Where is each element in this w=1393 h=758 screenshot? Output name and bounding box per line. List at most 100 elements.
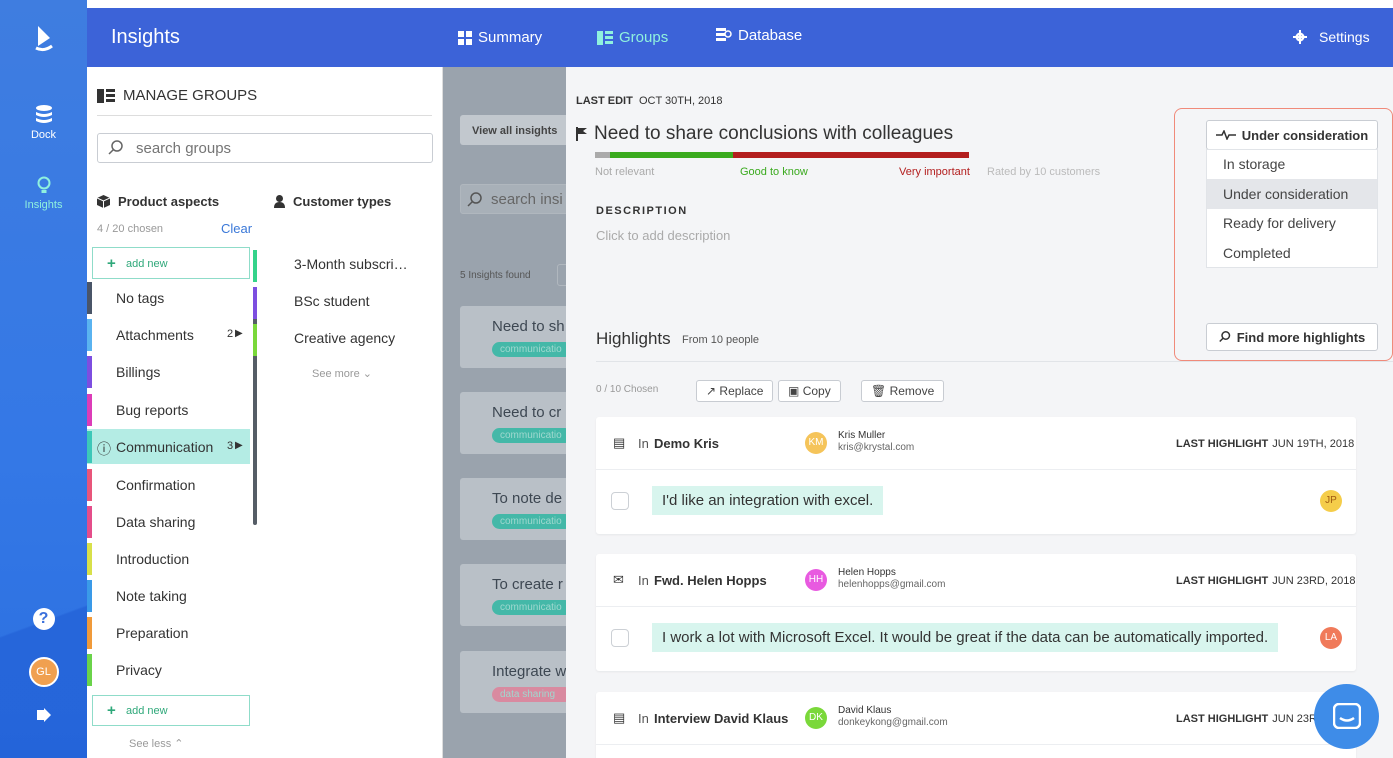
tab-database[interactable]: Database <box>716 27 802 44</box>
tag-item[interactable]: No tags <box>87 280 250 316</box>
product-aspects-label: Product aspects <box>118 194 220 209</box>
avatar[interactable]: GL <box>0 657 87 687</box>
logo-icon[interactable] <box>0 24 87 55</box>
tag-label: Communication <box>116 439 214 455</box>
tag-color-bar <box>87 543 92 575</box>
status-option[interactable]: Under consideration <box>1207 178 1377 209</box>
tag-item[interactable]: Billings <box>87 354 250 390</box>
product-aspects-header[interactable]: Product aspects <box>97 194 219 209</box>
customer-type-item[interactable]: BSc student <box>253 287 370 319</box>
highlight-source-link[interactable]: Demo Kris <box>654 436 719 451</box>
insight-card[interactable]: To note de communicatio <box>460 478 566 540</box>
customer-types-header[interactable]: Customer types <box>274 194 391 209</box>
copy-button[interactable]: ▣ Copy <box>778 380 841 402</box>
tag-item[interactable]: Preparation <box>87 615 250 651</box>
insight-card-tag: communicatio <box>492 600 566 615</box>
rating-label-not-relevant: Not relevant <box>595 166 655 178</box>
replace-button[interactable]: ↗ Replace <box>696 380 774 402</box>
highlight-source-link[interactable]: Interview David Klaus <box>654 711 788 726</box>
chat-button[interactable] <box>1314 684 1379 749</box>
remove-button[interactable]: 🗑︎ Remove <box>861 380 945 402</box>
see-less-link[interactable]: See less ⌃ <box>129 737 183 750</box>
customer-type-item[interactable]: 3-Month subscri… <box>253 250 408 282</box>
tag-item[interactable]: Data sharing <box>87 504 250 540</box>
view-all-insights-button[interactable]: View all insights <box>460 115 566 145</box>
highlight-checkbox[interactable] <box>611 629 629 647</box>
person-email: donkeykong@gmail.com <box>838 717 948 728</box>
search-groups-input[interactable] <box>136 138 416 158</box>
person-name: Kris Muller <box>838 430 886 441</box>
activity-icon <box>1215 130 1236 140</box>
tab-summary[interactable]: Summary <box>458 29 542 46</box>
tag-label: Introduction <box>116 551 190 567</box>
tab-groups[interactable]: Groups <box>597 29 668 46</box>
logout-icon[interactable] <box>0 706 87 727</box>
highlights-from: From 10 people <box>682 334 760 346</box>
insight-card-title: Integrate w <box>492 663 566 680</box>
tag-item[interactable]: ⓘ Communication 3 ▶ <box>87 429 250 464</box>
tag-item[interactable]: Confirmation <box>87 467 250 503</box>
tag-color-bar <box>87 282 92 314</box>
person-email: helenhopps@gmail.com <box>838 579 946 590</box>
highlight-source-link[interactable]: Fwd. Helen Hopps <box>654 573 767 588</box>
tab-database-label: Database <box>738 27 803 44</box>
avatar[interactable]: HH <box>805 569 827 591</box>
see-more-link[interactable]: See more ⌄ <box>312 367 372 380</box>
tag-item[interactable]: Note taking <box>87 578 250 614</box>
expand-arrow-icon[interactable]: ▶ <box>235 328 243 339</box>
status-option[interactable]: Completed <box>1207 238 1377 268</box>
groups-icon <box>597 30 613 45</box>
rail-dock[interactable]: Dock <box>0 104 87 141</box>
status-dropdown[interactable]: Under consideration <box>1206 120 1378 150</box>
add-new-tag-button-bottom[interactable]: + add new <box>92 695 250 726</box>
tag-item[interactable]: Attachments 2 ▶ <box>87 317 250 353</box>
status-option[interactable]: Ready for delivery <box>1207 208 1377 238</box>
description-field[interactable]: Click to add description <box>596 228 730 243</box>
search-insights-field[interactable]: search insi <box>460 184 566 214</box>
insight-card[interactable]: Integrate w data sharing <box>460 651 566 713</box>
highlight-quote[interactable]: I work a lot with Microsoft Excel. It wo… <box>652 623 1279 652</box>
insight-title[interactable]: Need to share conclusions with colleague… <box>576 123 953 145</box>
search-groups-field[interactable] <box>97 133 433 163</box>
expand-arrow-icon[interactable]: ▶ <box>235 440 243 451</box>
highlights-title: Highlights <box>596 329 671 348</box>
tag-item[interactable]: Introduction <box>87 541 250 577</box>
clear-link[interactable]: Clear <box>221 221 252 236</box>
sort-dropdown[interactable] <box>557 264 566 286</box>
insight-card[interactable]: To create r communicatio <box>460 564 566 626</box>
tag-item[interactable]: Privacy <box>87 652 250 688</box>
help-icon[interactable]: ? <box>0 608 87 630</box>
avatar[interactable]: LA <box>1320 627 1342 649</box>
insight-card-title: To note de <box>492 490 563 507</box>
insight-card[interactable]: Need to sh communicatio <box>460 306 566 368</box>
remove-label: Remove <box>889 384 935 398</box>
highlight-quote[interactable]: I'd like an integration with excel. <box>652 486 884 515</box>
rating-segment <box>595 152 610 158</box>
trash-icon: 🗑︎ <box>871 384 887 398</box>
manage-groups-panel: MANAGE GROUPS Product aspects 4 / 20 cho… <box>87 67 443 758</box>
scrollbar[interactable] <box>253 287 257 525</box>
lightbulb-icon <box>37 176 50 193</box>
info-icon: ⓘ <box>97 441 111 457</box>
customer-type-item[interactable]: Creative agency <box>253 324 395 356</box>
insight-card-tag: communicatio <box>492 514 566 529</box>
highlight-checkbox[interactable] <box>611 492 629 510</box>
tag-label: No tags <box>116 290 165 306</box>
status-option[interactable]: In storage <box>1207 149 1377 179</box>
settings-button[interactable]: Settings <box>1293 29 1370 45</box>
avatar[interactable]: JP <box>1320 490 1342 512</box>
insight-title-text: Need to share conclusions with colleague… <box>594 123 954 144</box>
tag-item[interactable]: Bug reports <box>87 392 250 428</box>
customer-type-color-bar <box>253 287 257 319</box>
avatar[interactable]: KM <box>805 432 827 454</box>
rail-insights[interactable]: Insights <box>0 176 87 211</box>
tag-color-bar <box>87 654 92 686</box>
tag-color-bar <box>87 394 92 426</box>
database-icon <box>35 105 52 123</box>
avatar[interactable]: DK <box>805 707 827 729</box>
last-edit-label: LAST EDIT <box>576 95 633 107</box>
last-highlight: LAST HIGHLIGHT JUN 23RD, 2018 <box>1176 575 1355 587</box>
find-more-highlights-button[interactable]: Find more highlights <box>1206 323 1378 351</box>
add-new-tag-button[interactable]: + add new <box>92 247 250 279</box>
insight-card[interactable]: Need to cr communicatio <box>460 392 566 454</box>
